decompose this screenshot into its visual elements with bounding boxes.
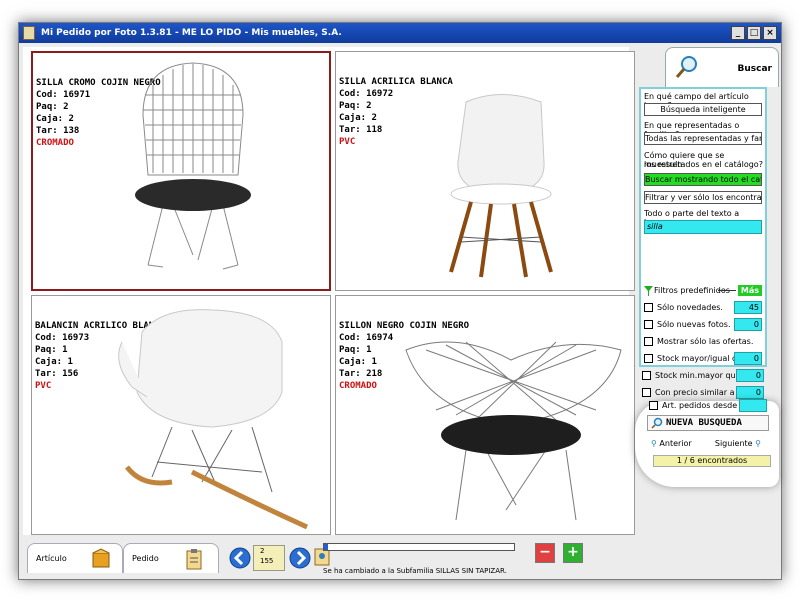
filter-stock-minimum[interactable]: Stock min.mayor que 0 — [642, 369, 766, 383]
minimize-button[interactable]: _ — [731, 26, 745, 40]
filter-value[interactable]: 0 — [734, 318, 762, 331]
filter-value[interactable] — [739, 399, 767, 412]
filters-rule — [718, 290, 736, 291]
filter-label: Sólo nuevas fotos. — [657, 320, 731, 329]
found-counter: 1 / 6 encontrados — [653, 455, 771, 467]
next-button[interactable]: Siguiente ⚲ — [715, 439, 761, 448]
funnel-icon — [644, 286, 653, 296]
previous-button[interactable]: ⚲ Anterior — [651, 439, 692, 448]
magnifier-left-icon: ⚲ — [651, 439, 657, 448]
app-window: Mi Pedido por Foto 1.3.81 - ME LO PIDO -… — [18, 22, 782, 580]
search-tab[interactable]: Buscar — [665, 47, 779, 87]
filter-label: Sólo novedades. — [657, 303, 723, 312]
tab-article-label: Artículo — [36, 554, 67, 563]
page-total: 155 — [260, 557, 274, 565]
catalog-grid: SILLA CROMO COJIN NEGRO Cod: 16971 Paq: … — [23, 47, 635, 535]
window-title: Mi Pedido por Foto 1.3.81 - ME LO PIDO -… — [41, 28, 342, 38]
magnifier-icon — [675, 56, 697, 78]
previous-page-icon[interactable] — [229, 547, 251, 569]
checkbox[interactable] — [644, 354, 653, 363]
add-button[interactable]: + — [563, 543, 583, 563]
filter-label: Art. pedidos desde — [662, 401, 738, 410]
filter-label: Mostrar sólo las ofertas. — [657, 337, 754, 346]
page-current: 2 — [260, 547, 265, 555]
filter-ordered-since[interactable]: Art. pedidos desde — [649, 399, 769, 413]
checkbox[interactable] — [642, 371, 651, 380]
page-indicator: 2 155 — [253, 545, 285, 571]
remove-button[interactable]: − — [535, 543, 555, 563]
product-card-16971[interactable]: SILLA CROMO COJIN NEGRO Cod: 16971 Paq: … — [31, 51, 331, 291]
new-search-button[interactable]: NUEVA BUSQUEDA — [647, 415, 769, 431]
search-sidebar: Buscar En qué campo del artículo busco? … — [635, 47, 779, 567]
show-all-button[interactable]: Buscar mostrando todo el catálogo — [644, 173, 762, 186]
filter-offers[interactable]: Mostrar sólo las ofertas. — [644, 335, 764, 349]
box-icon — [92, 548, 110, 568]
tab-article[interactable]: Artículo — [27, 543, 123, 573]
app-icon — [23, 26, 35, 40]
filter-label: Con precio similar a — [655, 388, 735, 397]
close-button[interactable]: × — [763, 26, 777, 40]
filter-value[interactable]: 0 — [734, 352, 762, 365]
next-label: Siguiente — [714, 439, 753, 448]
filter-value[interactable]: 45 — [734, 301, 762, 314]
magnifier-right-icon: ⚲ — [755, 439, 761, 448]
filter-value[interactable]: 0 — [736, 369, 764, 382]
new-search-label: NUEVA BUSQUEDA — [666, 418, 742, 428]
rocking-chair-image — [118, 309, 309, 530]
maximize-button[interactable]: □ — [747, 26, 761, 40]
family-select[interactable]: Todas las representadas y familias — [644, 132, 762, 145]
search-tab-label: Buscar — [737, 64, 772, 74]
title-bar: Mi Pedido por Foto 1.3.81 - ME LO PIDO -… — [19, 23, 781, 43]
search-text-input[interactable]: silla — [644, 220, 762, 234]
search-field-select[interactable]: Búsqueda inteligente — [644, 103, 762, 116]
tab-order[interactable]: Pedido — [123, 543, 219, 573]
product-card-16974[interactable]: SILLON NEGRO COJIN NEGRO Cod: 16974 Paq:… — [335, 295, 635, 535]
progress-bar — [323, 543, 515, 551]
status-message: Se ha cambiado a la Subfamilia SILLAS SI… — [323, 567, 507, 575]
wire-chair-image — [135, 62, 251, 270]
previous-label: Anterior — [659, 439, 692, 448]
next-page-icon[interactable] — [289, 547, 311, 569]
navigation-bubble: Art. pedidos desde NUEVA BUSQUEDA ⚲ Ante… — [635, 399, 779, 487]
filter-found-button[interactable]: Filtrar y ver sólo los encontrados — [644, 191, 762, 204]
filter-label: Stock min.mayor que — [655, 371, 741, 380]
filters-header: Filtros predefinidos Más — [644, 285, 764, 297]
question-display-2: los resultados en el catálogo? — [644, 160, 763, 169]
tab-order-label: Pedido — [132, 554, 159, 563]
checkbox[interactable] — [642, 388, 651, 397]
search-panel: En qué campo del artículo busco? Búsqued… — [639, 87, 767, 367]
bottom-toolbar: Artículo Pedido 2 155 Se ha cambiado a l… — [23, 537, 779, 577]
product-card-16972[interactable]: SILLA ACRILICA BLANCA Cod: 16972 Paq: 2 … — [335, 51, 635, 291]
more-filters-button[interactable]: Más — [737, 285, 762, 296]
product-card-16973[interactable]: BALANCIN ACRILICO BLANCO Cod: 16973 Paq:… — [31, 295, 331, 535]
checkbox[interactable] — [644, 303, 653, 312]
acrylic-chair-image — [449, 94, 553, 278]
magnifier-icon — [651, 417, 663, 429]
clipboard-icon — [186, 549, 202, 570]
checkbox[interactable] — [644, 320, 653, 329]
filter-similar-price[interactable]: Con precio similar a 0 — [642, 386, 766, 400]
filter-value[interactable]: 0 — [736, 386, 764, 399]
checkbox[interactable] — [644, 337, 653, 346]
filter-stock-min[interactable]: Stock mayor/igual que 0 — [644, 352, 764, 366]
filter-new-photos[interactable]: Sólo nuevas fotos. 0 — [644, 318, 764, 332]
diamond-chair-image — [405, 341, 622, 521]
progress-fill — [324, 544, 328, 550]
checkbox[interactable] — [649, 401, 658, 410]
filter-new-items[interactable]: Sólo novedades. 45 — [644, 301, 764, 315]
